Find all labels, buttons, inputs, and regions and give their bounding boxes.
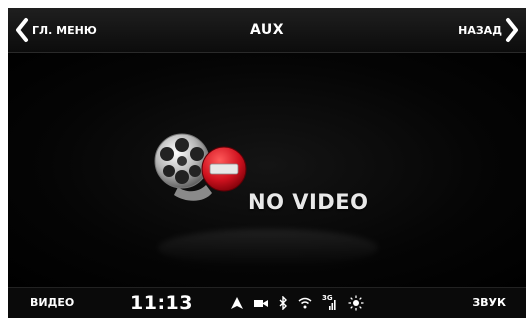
no-entry-icon xyxy=(201,146,247,192)
head-unit-screen: ГЛ. МЕНЮ AUX НАЗАД NO VIDEO ВИДЕО 11:13 … xyxy=(0,0,532,322)
display-area: ГЛ. МЕНЮ AUX НАЗАД NO VIDEO ВИДЕО 11:13 … xyxy=(8,8,526,318)
reflection xyxy=(158,229,378,267)
brightness-icon xyxy=(348,295,364,311)
bluetooth-icon xyxy=(279,296,287,310)
page-title: AUX xyxy=(249,22,285,38)
bottom-bar: ВИДЕО 11:13 3G ЗВУК xyxy=(8,287,526,318)
signal-icon: 3G xyxy=(322,295,338,311)
navigation-arrow-icon xyxy=(231,297,243,309)
back-label: НАЗАД xyxy=(458,23,502,37)
clock: 11:13 xyxy=(130,292,193,314)
video-button[interactable]: ВИДЕО xyxy=(30,288,74,318)
top-bar: ГЛ. МЕНЮ AUX НАЗАД xyxy=(8,8,526,53)
camera-icon xyxy=(254,300,268,307)
chevron-right-icon xyxy=(506,18,518,42)
no-video-message: NO VIDEO xyxy=(248,190,369,214)
sound-button[interactable]: ЗВУК xyxy=(472,288,506,318)
back-button[interactable]: НАЗАД xyxy=(458,8,522,52)
status-icons: 3G xyxy=(230,288,364,318)
wifi-icon xyxy=(298,297,312,309)
video-area: NO VIDEO xyxy=(8,53,526,287)
